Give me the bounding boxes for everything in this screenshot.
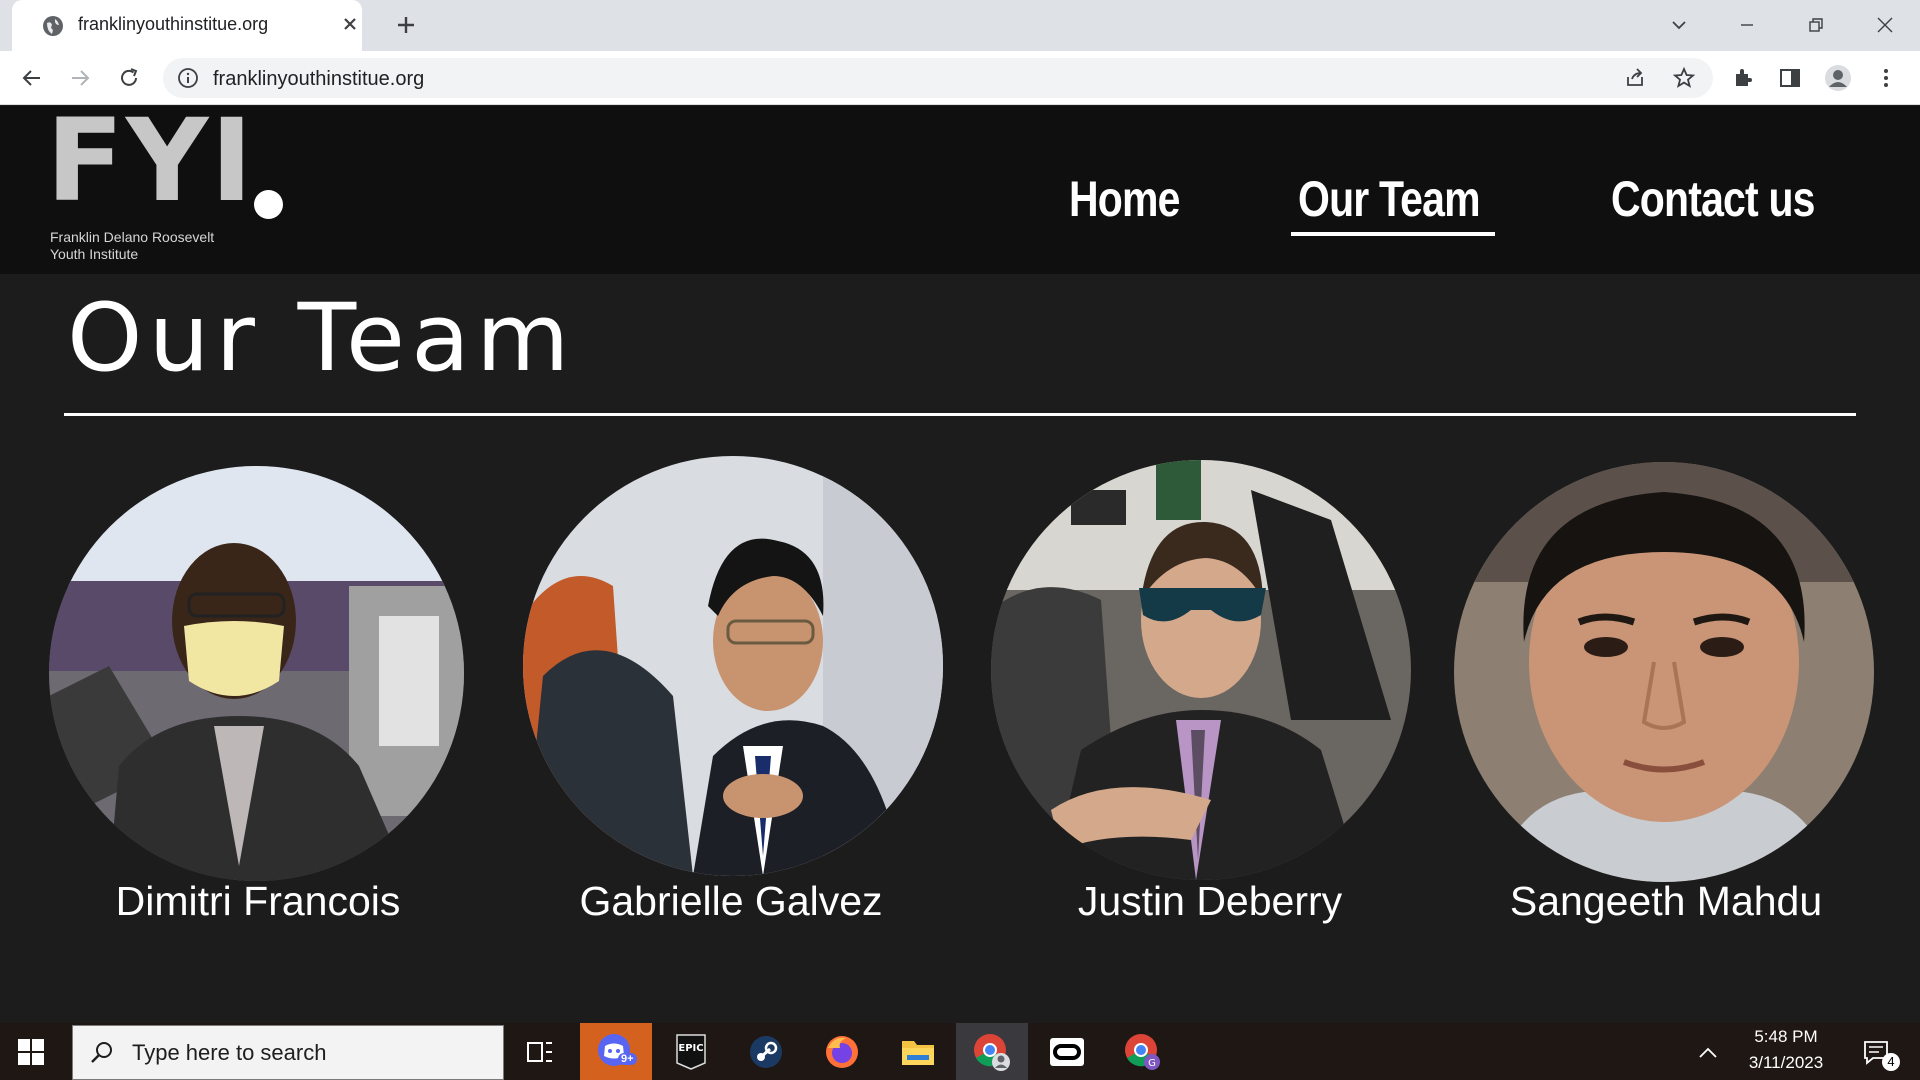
share-icon[interactable]: [1624, 67, 1646, 89]
chrome-icon[interactable]: G: [1107, 1023, 1179, 1080]
show-hidden-icons-icon[interactable]: [1688, 1023, 1728, 1080]
taskbar-search-box[interactable]: Type here to search: [72, 1025, 504, 1080]
page-title: Our Team: [67, 284, 576, 393]
chrome-profile-icon[interactable]: [956, 1023, 1028, 1080]
menu-kebab-icon[interactable]: [1872, 64, 1900, 92]
notification-count: 4: [1882, 1053, 1900, 1071]
epic-games-icon[interactable]: EPIC: [655, 1023, 727, 1080]
member-name: Sangeeth Mahdu: [1509, 878, 1823, 924]
url-text[interactable]: franklinyouthinstitue.org: [213, 68, 424, 91]
discord-badge: 9+: [618, 1053, 637, 1065]
member-photo: [523, 456, 943, 876]
clock-time[interactable]: 5:48 PM: [1730, 1027, 1842, 1047]
back-icon[interactable]: [18, 64, 46, 92]
nav-home[interactable]: Home: [1069, 170, 1180, 228]
logo-mark: FYI: [46, 106, 255, 227]
steam-icon[interactable]: [730, 1023, 802, 1080]
forward-icon[interactable]: [66, 64, 94, 92]
windows-taskbar: Type here to search 9+ EPIC G 5:48 PM 3/…: [0, 1023, 1920, 1080]
nav-contact-us[interactable]: Contact us: [1611, 170, 1815, 228]
side-panel-icon[interactable]: [1776, 64, 1804, 92]
heading-divider: [64, 413, 1856, 416]
extensions-icon[interactable]: [1729, 64, 1757, 92]
close-tab-icon[interactable]: [338, 12, 362, 36]
windows-start-icon[interactable]: [18, 1039, 44, 1065]
search-placeholder: Type here to search: [132, 1040, 327, 1065]
nav-active-underline: [1291, 232, 1495, 236]
firefox-icon[interactable]: [806, 1023, 878, 1080]
browser-tab-strip: franklinyouthinstitue.org: [0, 0, 1920, 51]
site-header: FYI Franklin Delano Roosevelt Youth Inst…: [0, 106, 1920, 274]
member-photo: [1454, 462, 1874, 882]
profile-avatar-icon[interactable]: [1824, 64, 1852, 92]
clock-date[interactable]: 3/11/2023: [1730, 1053, 1842, 1073]
browser-toolbar: franklinyouthinstitue.org: [0, 51, 1920, 105]
website-viewport: FYI Franklin Delano Roosevelt Youth Inst…: [0, 106, 1920, 1023]
reload-icon[interactable]: [115, 64, 143, 92]
nav-our-team[interactable]: Our Team: [1298, 170, 1481, 228]
tab-title: franklinyouthinstitue.org: [78, 14, 269, 34]
site-info-icon[interactable]: [177, 67, 199, 89]
new-tab-icon[interactable]: [393, 12, 419, 38]
team-member-card: Justin Deberry: [970, 450, 1440, 930]
member-photo: [49, 466, 464, 881]
team-member-card: Dimitri Francois: [24, 450, 494, 930]
address-bar[interactable]: franklinyouthinstitue.org: [163, 58, 1713, 98]
notification-center-icon[interactable]: 4: [1852, 1023, 1900, 1080]
member-name: Dimitri Francois: [115, 878, 401, 924]
restore-icon[interactable]: [1801, 10, 1831, 40]
bookmark-star-icon[interactable]: [1672, 66, 1696, 90]
team-member-card: Sangeeth Mahdu: [1433, 450, 1903, 930]
site-logo[interactable]: FYI Franklin Delano Roosevelt Youth Inst…: [46, 106, 306, 268]
member-name: Justin Deberry: [1077, 878, 1343, 924]
member-photo: [991, 460, 1411, 880]
svg-text:EPIC: EPIC: [678, 1043, 703, 1054]
team-member-card: Gabrielle Galvez: [500, 450, 970, 930]
member-name: Gabrielle Galvez: [579, 878, 883, 924]
browser-tab[interactable]: franklinyouthinstitue.org: [12, 0, 362, 51]
globe-icon: [43, 16, 63, 36]
search-icon: [91, 1042, 112, 1063]
file-explorer-icon[interactable]: [882, 1023, 954, 1080]
logo-subtitle: Franklin Delano Roosevelt Youth Institut…: [50, 229, 215, 262]
oculus-icon[interactable]: [1031, 1023, 1103, 1080]
close-window-icon[interactable]: [1870, 10, 1900, 40]
task-view-icon[interactable]: [504, 1023, 576, 1080]
discord-app-icon[interactable]: 9+: [580, 1023, 652, 1080]
minimize-icon[interactable]: [1732, 10, 1762, 40]
tab-search-icon[interactable]: [1664, 10, 1694, 40]
svg-text:G: G: [1148, 1058, 1156, 1069]
logo-dot: [254, 190, 283, 219]
